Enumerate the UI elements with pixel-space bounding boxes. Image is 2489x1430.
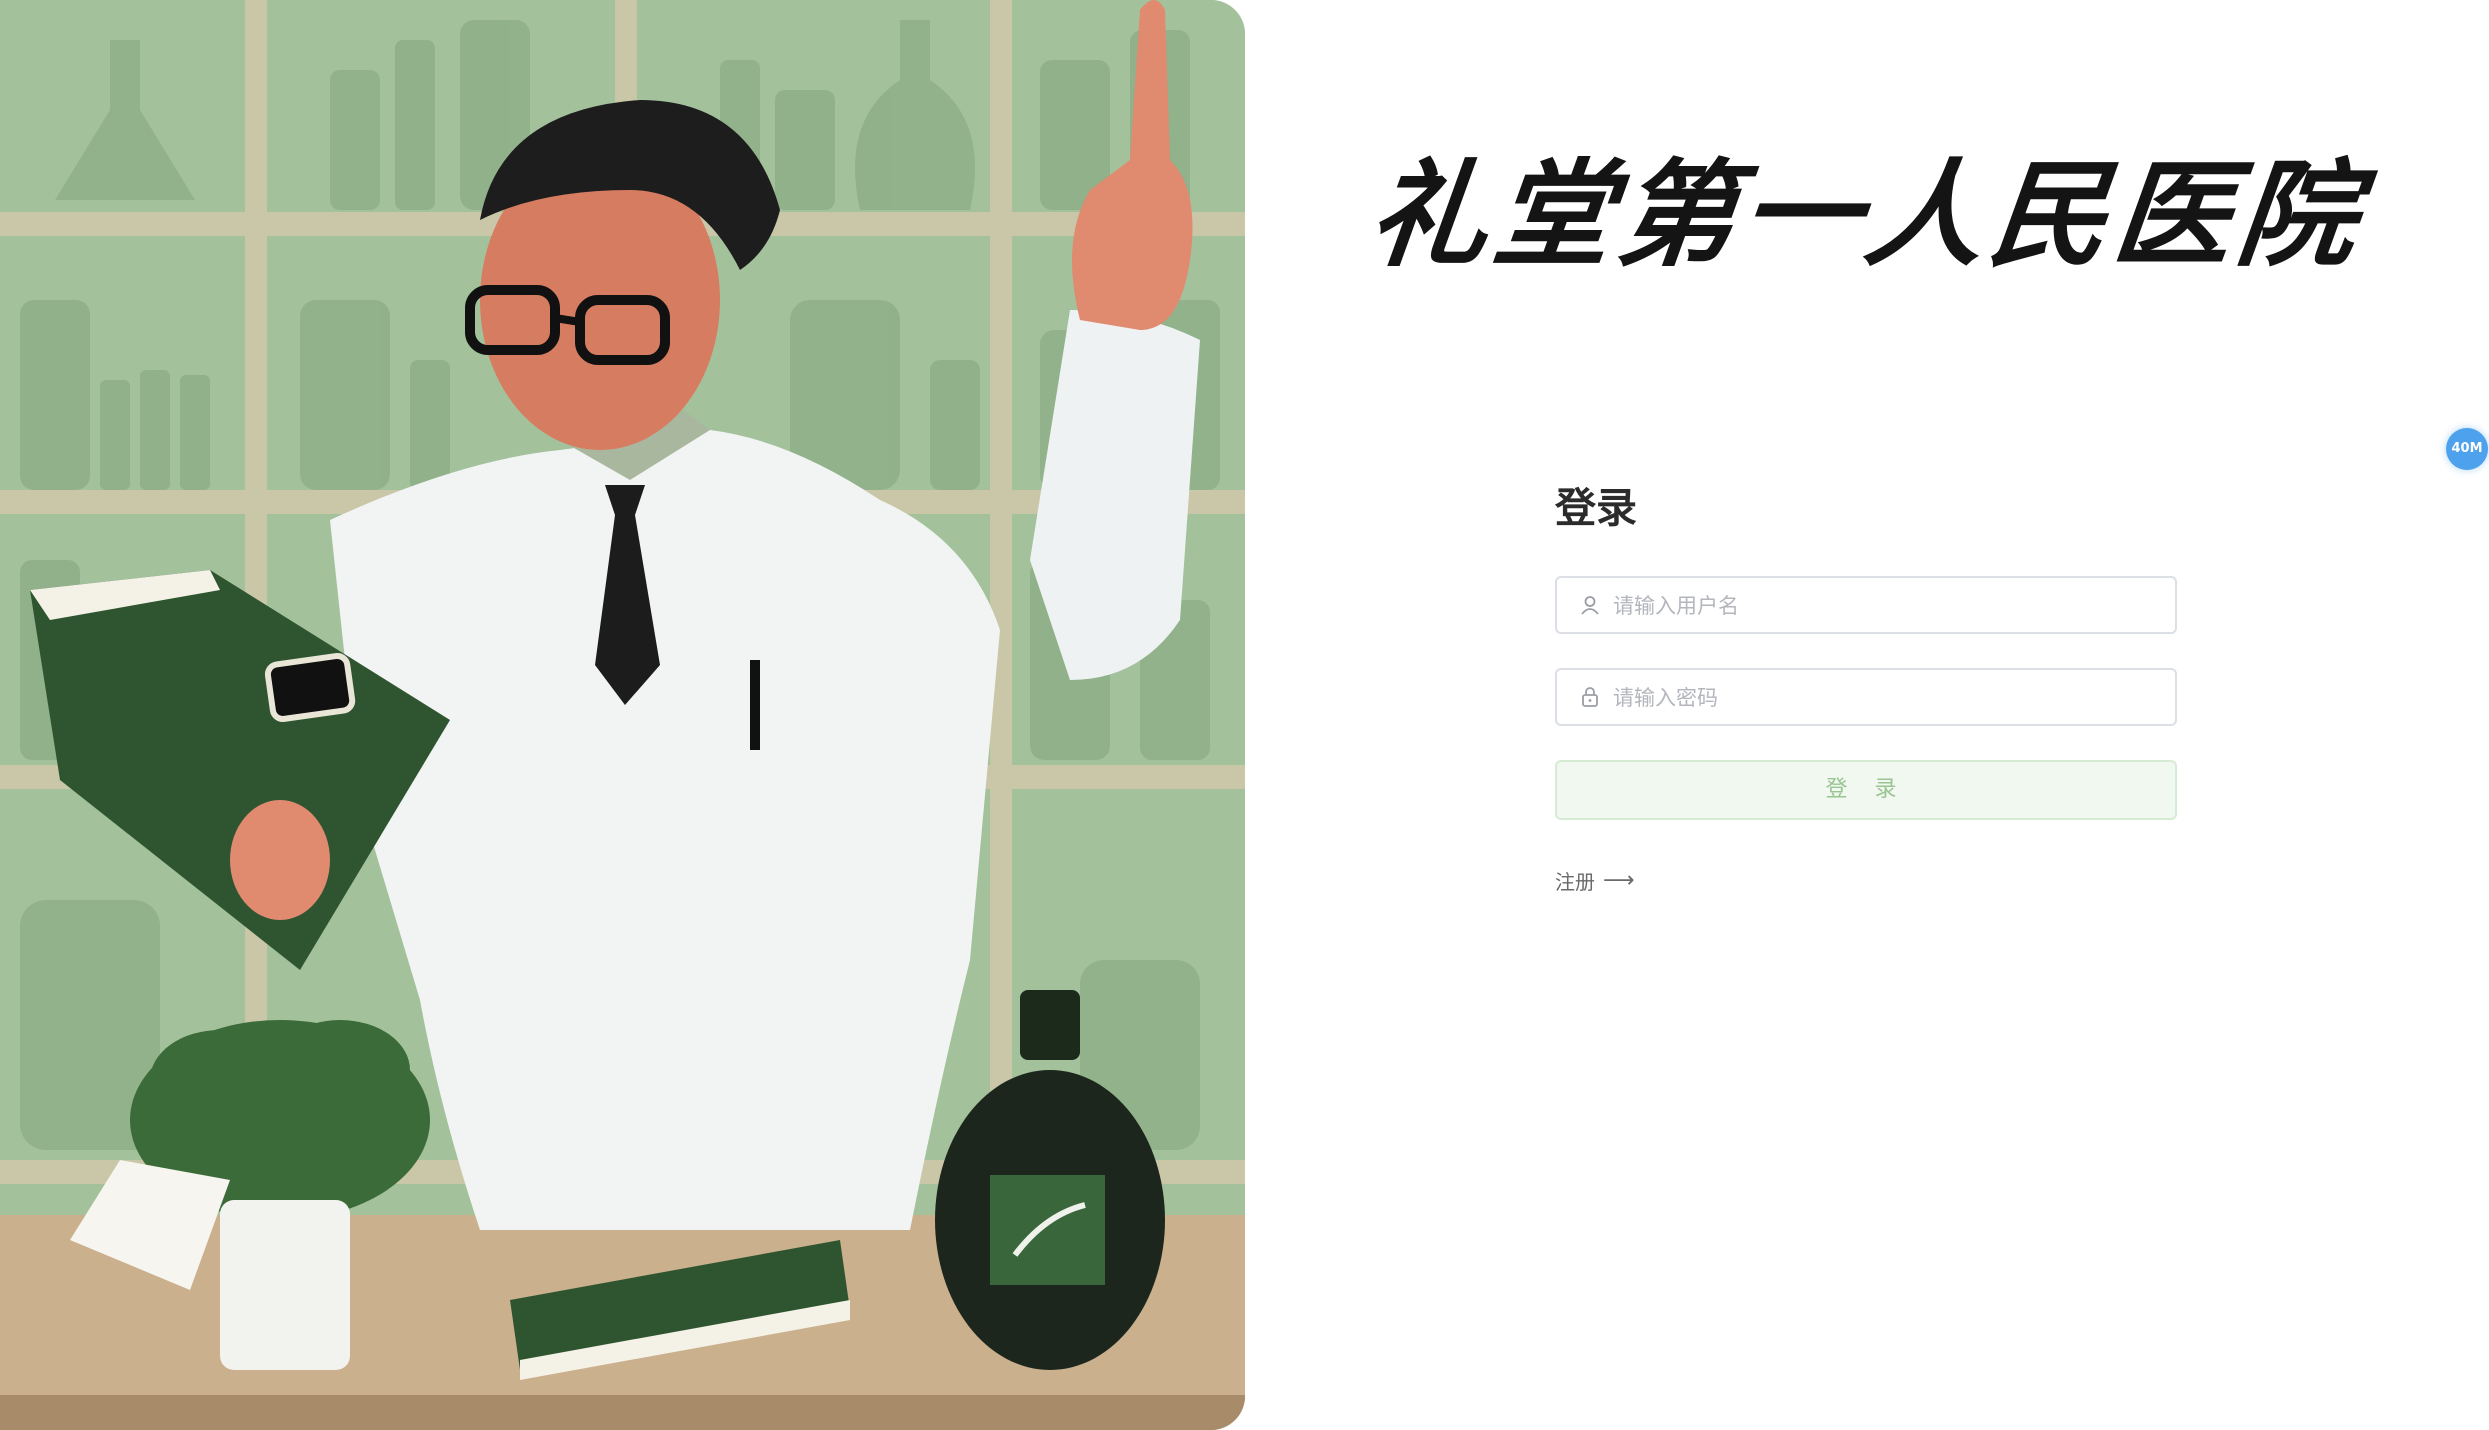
login-form: 登录 登 录 注册 ⟶ <box>1555 480 2179 895</box>
login-page: 礼堂第一人民医院 登录 登 录 <box>0 0 2489 1430</box>
hospital-brand: 礼堂第一人民医院 <box>1363 130 2380 300</box>
password-input[interactable] <box>1611 670 2165 726</box>
username-input[interactable] <box>1611 578 2165 634</box>
arrow-right-icon: ⟶ <box>1603 868 1635 893</box>
username-field[interactable] <box>1555 576 2177 634</box>
password-field[interactable] <box>1555 668 2177 726</box>
hero-illustration <box>0 0 1245 1430</box>
side-floating-badge[interactable]: 40M <box>2446 428 2488 470</box>
hospital-name: 礼堂第一人民医院 <box>1362 146 2370 283</box>
doctor-illustration <box>0 0 1245 1430</box>
register-label: 注册 <box>1555 870 1595 894</box>
login-button[interactable]: 登 录 <box>1555 760 2177 820</box>
user-icon <box>1579 594 1601 616</box>
login-title: 登录 <box>1555 484 1637 532</box>
lock-icon <box>1579 686 1601 708</box>
register-link[interactable]: 注册 ⟶ <box>1555 866 1635 895</box>
